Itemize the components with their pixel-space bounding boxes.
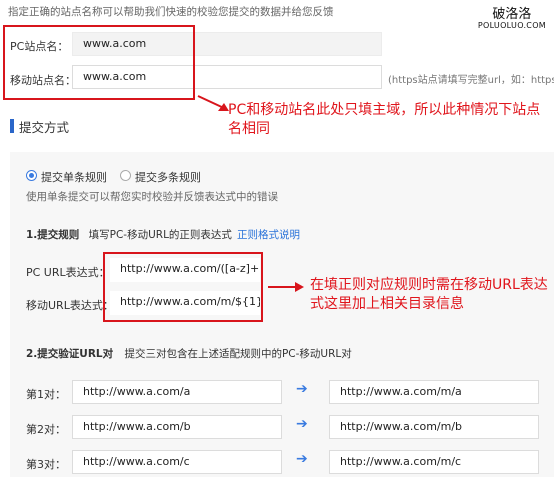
regex-help-link[interactable]: 正则格式说明 <box>237 227 300 242</box>
intro-text: 指定正确的站点名称可以帮助我们快速的校验您提交的数据并给您反馈 <box>8 6 334 18</box>
option-single-label[interactable]: 提交单条规则 <box>41 169 107 185</box>
single-desc: 使用单条提交可以帮您实时校验并反馈表达式中的错误 <box>26 191 278 203</box>
mobile-url-label: 移动URL表达式： <box>26 299 114 312</box>
section-marker <box>10 119 14 133</box>
step1-desc: 填写PC-移动URL的正则表达式 <box>88 229 232 241</box>
arrow-right-icon: ➔ <box>296 381 308 397</box>
red-arrow-icon <box>268 282 304 292</box>
annotation-note-rule: 在填正则对应规则时需在移动URL表达式这里加上相关目录信息 <box>310 277 548 312</box>
pair-mobile-input[interactable]: http://www.a.com/m/b <box>329 415 539 439</box>
step1-heading: 1.提交规则 填写PC-移动URL的正则表达式 <box>26 227 232 242</box>
pair-label: 第2对： <box>26 423 66 436</box>
site-highlight-box <box>3 25 195 100</box>
arrow-right-icon: ➔ <box>296 416 308 432</box>
pair-mobile-input[interactable]: http://www.a.com/m/a <box>329 380 539 404</box>
step1-title: 1.提交规则 <box>26 229 80 241</box>
radio-multi[interactable] <box>120 170 131 181</box>
step2-heading: 2.提交验证URL对 提交三对包含在上述适配规则中的PC-移动URL对 <box>26 346 352 361</box>
pair-label: 第3对： <box>26 458 66 471</box>
annotation-note-site: PC和移动站名此处只填主域，所以此种情况下站点名相同 <box>228 102 541 137</box>
watermark-logo: 破洛洛 POLUOLUO.COM <box>478 8 546 30</box>
arrow-right-icon: ➔ <box>296 451 308 467</box>
red-arrow-icon <box>197 95 229 111</box>
pair-pc-input[interactable]: http://www.a.com/c <box>72 450 282 474</box>
radio-single[interactable] <box>26 170 37 181</box>
step2-title: 2.提交验证URL对 <box>26 348 114 360</box>
watermark-cn: 破洛洛 <box>492 7 532 22</box>
option-multi-label[interactable]: 提交多条规则 <box>135 169 201 185</box>
pair-pc-input[interactable]: http://www.a.com/b <box>72 415 282 439</box>
pair-pc-input[interactable]: http://www.a.com/a <box>72 380 282 404</box>
pair-mobile-input[interactable]: http://www.a.com/m/c <box>329 450 539 474</box>
rule-highlight-box <box>103 252 263 322</box>
section-title: 提交方式 <box>19 120 70 135</box>
mobile-site-hint: (https站点请填写完整url，如：https:/ <box>388 75 554 86</box>
step2-desc: 提交三对包含在上述适配规则中的PC-移动URL对 <box>124 348 352 360</box>
pair-label: 第1对： <box>26 388 66 401</box>
pc-url-label: PC URL表达式： <box>26 266 110 279</box>
watermark-en: POLUOLUO.COM <box>477 20 546 30</box>
